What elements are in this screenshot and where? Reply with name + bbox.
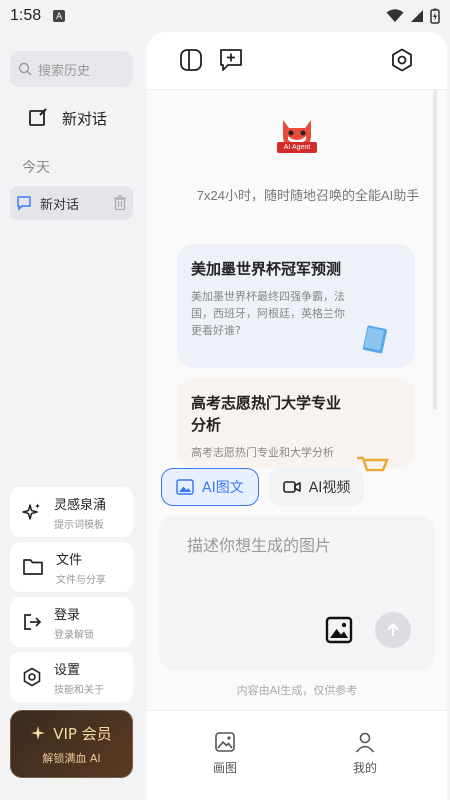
- sidebar-toggle-icon[interactable]: [179, 48, 203, 72]
- sidebar: 搜索历史 新对话 今天 新对话 灵感泉涌 提示词模板 文件 文件与分享 登录 登…: [0, 32, 147, 800]
- image-upload-icon[interactable]: [325, 616, 353, 644]
- image-icon: [176, 479, 194, 495]
- settings-icon[interactable]: [390, 48, 414, 72]
- vip-title: VIP 会员: [53, 724, 112, 743]
- new-chat-button[interactable]: 新对话: [28, 104, 107, 132]
- wifi-icon: [386, 9, 404, 22]
- status-bar: 1:58 A: [0, 0, 450, 32]
- menu-files-title: 文件: [56, 552, 83, 568]
- bottom-nav: 画图 我的: [147, 710, 447, 800]
- status-icons: [386, 8, 440, 24]
- arrow-up-icon: [387, 622, 399, 636]
- tab-ai-image-text[interactable]: AI图文: [161, 468, 259, 506]
- vip-subtitle: 解锁满血 AI: [42, 751, 101, 765]
- suggestion-title: 高考志愿热门大学专业分析: [191, 394, 342, 434]
- menu-files-subtitle: 文件与分享: [56, 574, 106, 586]
- menu-settings[interactable]: 设置 技能和关于: [10, 652, 133, 702]
- nav-item-label: 画图: [213, 761, 238, 775]
- ai-disclaimer: 内容由AI生成，仅供参考: [236, 684, 358, 697]
- suggestion-title: 美加墨世界杯冠军预测: [191, 260, 342, 278]
- logo-label: AI Agent: [277, 142, 317, 153]
- menu-settings-subtitle: 技能和关于: [54, 684, 104, 696]
- prompt-placeholder: 描述你想生成的图片: [187, 536, 332, 555]
- tab-label: AI图文: [202, 480, 244, 496]
- scrollbar[interactable]: [433, 90, 437, 410]
- book-icon: [362, 325, 387, 354]
- tagline: 7x24小时，随时随地召唤的全能AI助手: [196, 188, 420, 203]
- menu-inspiration-subtitle: 提示词模板: [54, 519, 104, 531]
- menu-settings-title: 设置: [54, 662, 81, 678]
- section-today: 今天: [22, 160, 50, 176]
- top-bar: [147, 32, 447, 90]
- chat-bubble-icon: [17, 196, 31, 211]
- nav-item-draw[interactable]: 画图: [213, 731, 237, 776]
- menu-files[interactable]: 文件 文件与分享: [10, 542, 133, 592]
- nav-item-label: 我的: [353, 761, 378, 775]
- signal-icon: [411, 10, 423, 22]
- sparkle-icon: [22, 503, 40, 520]
- menu-login-subtitle: 登录解锁: [54, 629, 94, 641]
- star-sparkle-icon: [31, 726, 46, 740]
- menu-login[interactable]: 登录 登录解锁: [10, 597, 133, 647]
- new-chat-icon: [29, 108, 47, 126]
- notification-badge: A: [53, 10, 66, 22]
- battery-icon: [430, 8, 440, 24]
- folder-icon: [23, 559, 43, 575]
- status-time: 1:58: [10, 7, 42, 24]
- prompt-input[interactable]: 描述你想生成的图片: [159, 516, 435, 670]
- vip-membership-button[interactable]: VIP 会员 解锁满血 AI: [10, 710, 133, 778]
- settings-icon: [23, 667, 41, 687]
- menu-login-title: 登录: [54, 607, 81, 623]
- new-chat-label: 新对话: [62, 109, 108, 128]
- send-button[interactable]: [375, 612, 411, 648]
- trash-icon[interactable]: [113, 195, 127, 211]
- new-chat-icon[interactable]: [219, 48, 243, 72]
- tab-ai-video[interactable]: AI视频: [268, 468, 365, 506]
- nav-item-profile[interactable]: 我的: [353, 731, 377, 776]
- user-icon: [355, 732, 375, 753]
- tab-label: AI视频: [308, 480, 351, 496]
- mode-tabs: AI图文 AI视频: [161, 468, 365, 506]
- suggestion-card[interactable]: 高考志愿热门大学专业分析 高考志愿热门专业和大学分析: [177, 378, 415, 472]
- search-icon: [18, 62, 32, 76]
- suggestion-card[interactable]: 美加墨世界杯冠军预测 美加墨世界杯最终四强争霸，法国，西班牙，阿根廷，英格兰你更…: [177, 244, 415, 368]
- picture-icon: [215, 732, 235, 752]
- suggestion-desc: 美加墨世界杯最终四强争霸，法国，西班牙，阿根廷，英格兰你更看好谁?: [191, 290, 345, 337]
- search-placeholder: 搜索历史: [38, 63, 91, 79]
- history-item-label: 新对话: [40, 197, 80, 213]
- suggestion-desc: 高考志愿热门专业和大学分析: [191, 446, 334, 459]
- login-icon: [24, 614, 42, 630]
- search-history-input[interactable]: 搜索历史: [10, 51, 133, 87]
- main-panel: AI Agent 7x24小时，随时随地召唤的全能AI助手 美加墨世界杯冠军预测…: [147, 32, 447, 800]
- menu-inspiration[interactable]: 灵感泉涌 提示词模板: [10, 487, 133, 537]
- history-item[interactable]: 新对话: [10, 186, 133, 220]
- menu-inspiration-title: 灵感泉涌: [54, 497, 107, 513]
- video-camera-icon: [282, 481, 301, 493]
